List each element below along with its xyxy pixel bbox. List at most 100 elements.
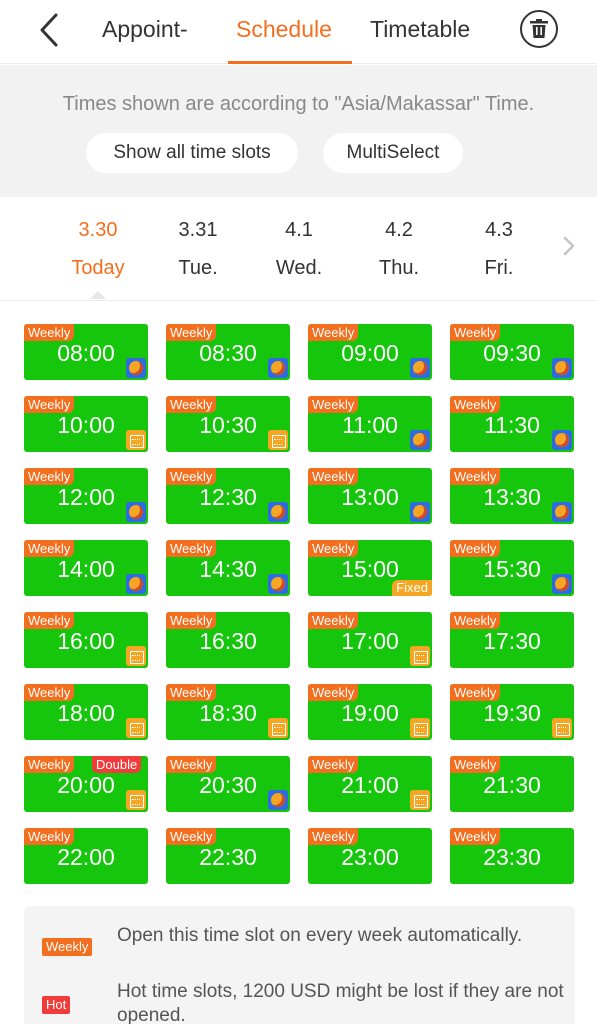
calendar-icon	[126, 790, 146, 810]
time-slot-1200[interactable]: Weekly 12:00	[24, 468, 148, 524]
calendar-icon	[126, 646, 146, 666]
slot-time: 21:30	[483, 772, 541, 798]
tab-timetable[interactable]: Timetable	[370, 14, 470, 44]
date-item-2[interactable]: 4.1 Wed.	[259, 217, 339, 281]
avatar-icon	[410, 502, 430, 522]
timezone-panel: Times shown are according to "Asia/Makas…	[0, 65, 597, 197]
slot-time: 22:00	[57, 844, 115, 870]
time-slot-0830[interactable]: Weekly 08:30	[166, 324, 290, 380]
back-button[interactable]	[36, 12, 68, 48]
tab-schedule[interactable]: Schedule	[236, 14, 332, 44]
time-slot-2200[interactable]: Weekly 22:00	[24, 828, 148, 884]
weekday-label: Thu.	[378, 257, 420, 279]
time-slot-2030[interactable]: Weekly 20:30	[166, 756, 290, 812]
date-item-4[interactable]: 4.3 Fri.	[459, 217, 539, 281]
hot-tag: Hot	[42, 996, 71, 1014]
active-tab-indicator	[228, 61, 352, 64]
slot-time: 16:30	[199, 628, 257, 654]
time-slot-2100[interactable]: Weekly 21:00	[308, 756, 432, 812]
multiselect-button[interactable]: MultiSelect	[323, 133, 463, 173]
time-slot-1430[interactable]: Weekly 14:30	[166, 540, 290, 596]
time-slot-2230[interactable]: Weekly 22:30	[166, 828, 290, 884]
avatar-icon	[552, 574, 572, 594]
time-slot-1700[interactable]: Weekly 17:00	[308, 612, 432, 668]
top-nav-bar: Appoint- Schedule Timetable	[0, 0, 597, 64]
fixed-tag: Fixed	[392, 580, 432, 596]
calendar-icon	[552, 718, 572, 738]
avatar-icon	[268, 574, 288, 594]
avatar-icon	[552, 430, 572, 450]
date-label: 3.30	[78, 219, 118, 241]
time-slot-1530[interactable]: Weekly 15:30	[450, 540, 574, 596]
avatar-icon	[126, 574, 146, 594]
tab-appoint[interactable]: Appoint-	[102, 14, 188, 44]
time-slot-2130[interactable]: Weekly 21:30	[450, 756, 574, 812]
avatar-icon	[552, 358, 572, 378]
show-all-slots-button[interactable]: Show all time slots	[86, 133, 298, 173]
slot-time: 23:30	[483, 844, 541, 870]
next-dates-button[interactable]	[562, 234, 576, 263]
hot-description: Hot time slots, 1200 USD might be lost i…	[117, 981, 564, 1024]
weekly-tag: Weekly	[42, 938, 93, 956]
chevron-right-icon	[563, 236, 575, 256]
date-item-0[interactable]: 3.30 Today	[58, 217, 138, 281]
time-slot-1830[interactable]: Weekly 18:30	[166, 684, 290, 740]
avatar-icon	[268, 790, 288, 810]
date-selector: 3.30 Today 3.31 Tue. 4.1 Wed. 4.2 Thu. 4…	[0, 197, 597, 301]
calendar-icon	[126, 718, 146, 738]
time-slot-1930[interactable]: Weekly 19:30	[450, 684, 574, 740]
weekday-label: Today	[71, 257, 125, 279]
time-slot-0900[interactable]: Weekly 09:00	[308, 324, 432, 380]
calendar-icon	[410, 646, 430, 666]
calendar-icon	[268, 430, 288, 450]
date-label: 3.31	[178, 219, 218, 241]
calendar-icon	[410, 790, 430, 810]
avatar-icon	[552, 502, 572, 522]
time-slot-1730[interactable]: Weekly 17:30	[450, 612, 574, 668]
weekday-label: Fri.	[484, 257, 514, 279]
calendar-icon	[268, 718, 288, 738]
slot-time: 22:30	[199, 844, 257, 870]
time-slot-1000[interactable]: Weekly 10:00	[24, 396, 148, 452]
time-slot-1600[interactable]: Weekly 16:00	[24, 612, 148, 668]
time-slot-1300[interactable]: Weekly 13:00	[308, 468, 432, 524]
time-slot-1500[interactable]: Weekly 15:00 Fixed	[308, 540, 432, 596]
avatar-icon	[410, 430, 430, 450]
time-slot-1630[interactable]: Weekly 16:30	[166, 612, 290, 668]
trash-icon	[530, 19, 548, 38]
time-slot-0800[interactable]: Weekly 08:00	[24, 324, 148, 380]
time-slot-1230[interactable]: Weekly 12:30	[166, 468, 290, 524]
time-slot-1030[interactable]: Weekly 10:30	[166, 396, 290, 452]
avatar-icon	[268, 358, 288, 378]
time-slot-1400[interactable]: Weekly 14:00	[24, 540, 148, 596]
date-item-3[interactable]: 4.2 Thu.	[359, 217, 439, 281]
date-item-1[interactable]: 3.31 Tue.	[158, 217, 238, 281]
time-slot-0930[interactable]: Weekly 09:30	[450, 324, 574, 380]
time-slot-1800[interactable]: Weekly 18:00	[24, 684, 148, 740]
chevron-left-icon	[40, 13, 58, 47]
timezone-notice: Times shown are according to "Asia/Makas…	[62, 93, 535, 115]
selected-date-caret	[90, 291, 106, 299]
calendar-icon	[126, 430, 146, 450]
weekday-label: Wed.	[275, 257, 323, 279]
time-slot-1130[interactable]: Weekly 11:30	[450, 396, 574, 452]
avatar-icon	[410, 358, 430, 378]
time-slot-1330[interactable]: Weekly 13:30	[450, 468, 574, 524]
time-slot-2000[interactable]: Weekly Double 20:00	[24, 756, 148, 812]
delete-button[interactable]	[520, 10, 558, 48]
date-label: 4.1	[285, 219, 313, 241]
time-slot-1900[interactable]: Weekly 19:00	[308, 684, 432, 740]
date-label: 4.2	[385, 219, 413, 241]
slot-time: 23:00	[341, 844, 399, 870]
legend-panel: Weekly Open this time slot on every week…	[24, 906, 575, 1024]
avatar-icon	[126, 358, 146, 378]
slot-time: 17:30	[483, 628, 541, 654]
weekly-description: Open this time slot on every week automa…	[117, 925, 523, 946]
avatar-icon	[126, 502, 146, 522]
date-label: 4.3	[485, 219, 513, 241]
time-slot-1100[interactable]: Weekly 11:00	[308, 396, 432, 452]
weekday-label: Tue.	[178, 257, 218, 279]
avatar-icon	[268, 502, 288, 522]
time-slot-2330[interactable]: Weekly 23:30	[450, 828, 574, 884]
time-slot-2300[interactable]: Weekly 23:00	[308, 828, 432, 884]
